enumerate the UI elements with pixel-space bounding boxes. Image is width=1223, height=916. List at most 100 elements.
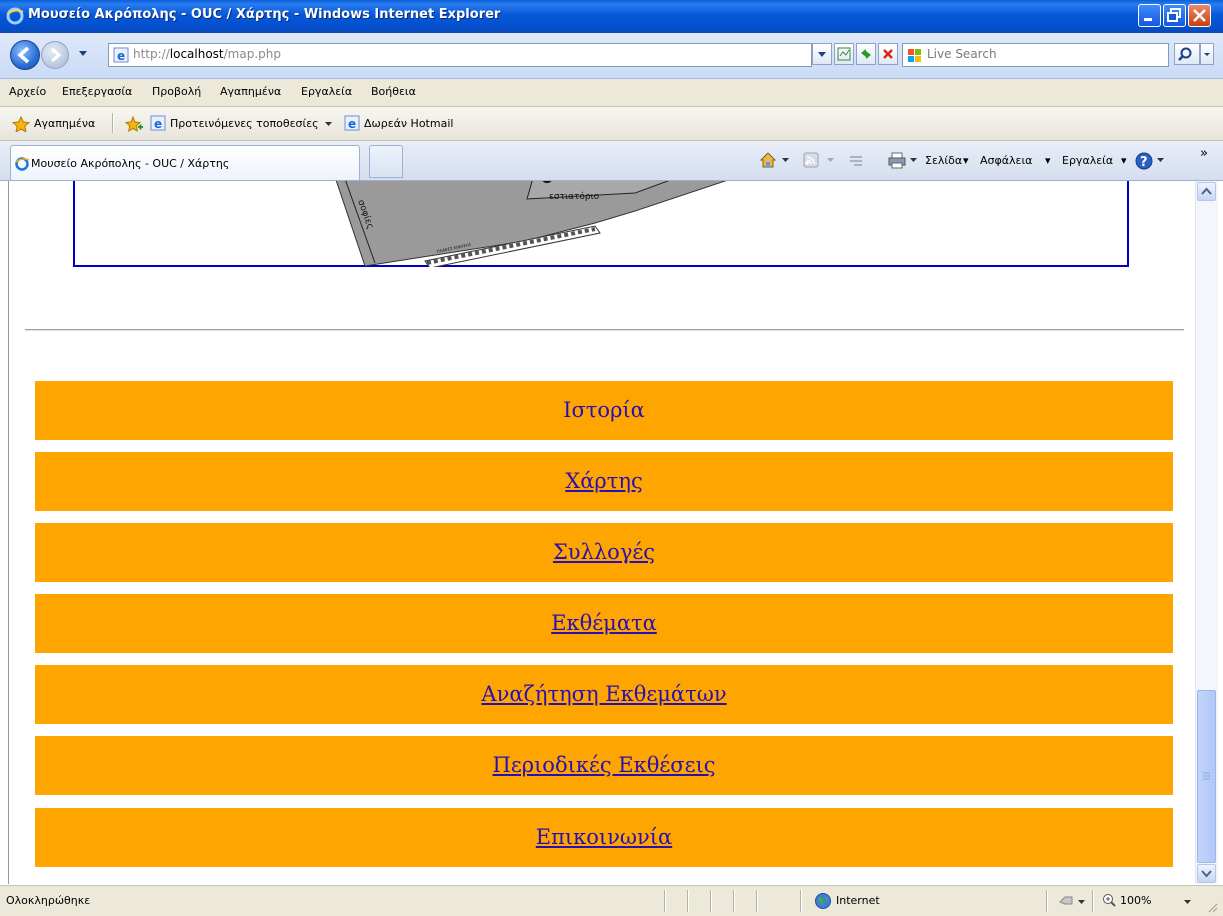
nav-item-collections[interactable]: Συλλογές	[35, 523, 1173, 582]
page-menu[interactable]: Σελίδα	[925, 154, 962, 167]
search-button[interactable]	[1174, 43, 1200, 65]
tab-title: Μουσείο Ακρόπολης - OUC / Χάρτης	[31, 157, 230, 170]
back-button[interactable]	[10, 40, 40, 70]
stop-icon	[883, 49, 893, 59]
help-icon[interactable]: ?	[1134, 151, 1154, 171]
divider	[733, 890, 735, 912]
divider	[112, 113, 114, 133]
zone-text: Internet	[836, 894, 880, 907]
search-placeholder: Live Search	[927, 47, 997, 61]
nav-link-contact[interactable]: Επικοινωνία	[536, 825, 672, 849]
chevron-down-icon[interactable]	[324, 120, 334, 128]
arrow-right-icon	[51, 47, 62, 63]
more-commands-icon[interactable]: »	[1200, 146, 1208, 161]
favorites-bar: Αγαπημένα e Προτεινόμενες τοποθεσίες e Δ…	[0, 107, 1223, 141]
stop-button[interactable]	[878, 43, 898, 65]
refresh-button[interactable]	[856, 43, 876, 65]
chevron-down-icon[interactable]	[1157, 157, 1165, 163]
suggested-sites-link[interactable]: Προτεινόμενες τοποθεσίες	[170, 117, 319, 130]
zoom-level[interactable]: 100%	[1120, 894, 1151, 907]
divider	[710, 890, 712, 912]
compatibility-view-button[interactable]	[834, 43, 854, 65]
resize-grip-icon[interactable]	[1205, 900, 1219, 914]
chevron-down-icon[interactable]	[910, 157, 918, 163]
page-menu-arrow: ▾	[963, 154, 969, 167]
chevron-down-icon	[818, 52, 826, 57]
hotmail-link[interactable]: Δωρεάν Hotmail	[364, 117, 453, 130]
feeds-icon[interactable]	[803, 152, 819, 168]
divider	[756, 890, 758, 912]
menu-tools[interactable]: Εργαλεία	[301, 85, 352, 98]
url-text[interactable]: http://localhost/map.php	[133, 47, 281, 61]
minimize-button[interactable]	[1138, 4, 1161, 27]
tab-bar: Μουσείο Ακρόπολης - OUC / Χάρτης Σελίδα …	[0, 141, 1223, 181]
menu-help[interactable]: Βοήθεια	[371, 85, 416, 98]
home-icon[interactable]	[758, 150, 778, 170]
status-bar: Ολοκληρώθηκε Internet 100%	[0, 885, 1223, 916]
new-tab-button[interactable]	[369, 145, 403, 178]
nav-link-exhibits[interactable]: Εκθέματα	[551, 611, 657, 635]
page-content: σοφίες εστιατόριο ΠΛΑΚΕΣ ΚΙΝΗΣΗΣ Ιστορία…	[8, 181, 1195, 884]
add-favorite-icon[interactable]	[124, 115, 144, 133]
nav-item-history: Ιστορία	[35, 381, 1173, 440]
menu-view[interactable]: Προβολή	[152, 85, 201, 98]
compatibility-icon	[837, 47, 851, 61]
maximize-button[interactable]	[1163, 4, 1186, 27]
read-mail-icon[interactable]	[848, 152, 864, 168]
forward-button[interactable]	[41, 41, 69, 69]
chevron-down-icon[interactable]	[1078, 899, 1086, 905]
nav-item-temporary-exhibitions[interactable]: Περιοδικές Εκθέσεις	[35, 736, 1173, 795]
svg-text:e: e	[154, 117, 162, 131]
ie-page-icon: e	[150, 115, 166, 131]
svg-text:e: e	[348, 117, 356, 131]
internet-globe-icon	[815, 893, 831, 909]
nav-item-contact[interactable]: Επικοινωνία	[35, 808, 1173, 867]
zoom-icon[interactable]	[1102, 893, 1116, 907]
favorites-button[interactable]: Αγαπημένα	[34, 117, 95, 130]
menu-favorites[interactable]: Αγαπημένα	[220, 85, 281, 98]
scroll-thumb[interactable]	[1197, 690, 1216, 863]
search-options-button[interactable]	[1200, 43, 1214, 65]
window-title: Μουσείο Ακρόπολης - OUC / Χάρτης - Windo…	[28, 7, 501, 22]
chevron-down-icon[interactable]	[1184, 899, 1192, 905]
print-icon[interactable]	[887, 151, 907, 169]
tools-menu[interactable]: Εργαλεία	[1062, 154, 1113, 167]
divider	[687, 890, 689, 912]
nav-link-temporary-exhibitions[interactable]: Περιοδικές Εκθέσεις	[493, 753, 716, 777]
search-box[interactable]: Live Search	[902, 43, 1169, 67]
map-frame: σοφίες εστιατόριο ΠΛΑΚΕΣ ΚΙΝΗΣΗΣ	[73, 181, 1129, 267]
menu-bar: Αρχείο Επεξεργασία Προβολή Αγαπημένα Εργ…	[0, 79, 1223, 107]
nav-item-exhibits[interactable]: Εκθέματα	[35, 594, 1173, 653]
tab-active[interactable]: Μουσείο Ακρόπολης - OUC / Χάρτης	[10, 145, 360, 180]
nav-link-map[interactable]: Χάρτης	[565, 469, 642, 493]
nav-item-map[interactable]: Χάρτης	[35, 452, 1173, 511]
vertical-scrollbar[interactable]	[1195, 181, 1218, 884]
address-bar[interactable]: e http://localhost/map.php	[108, 43, 812, 67]
tools-menu-arrow: ▾	[1121, 154, 1127, 167]
nav-label-history: Ιστορία	[563, 398, 645, 422]
nav-link-exhibit-search[interactable]: Αναζήτηση Εκθεμάτων	[481, 682, 726, 706]
chevron-down-icon	[827, 158, 834, 162]
chevron-up-icon	[1201, 187, 1212, 195]
recent-pages-dropdown-icon[interactable]	[77, 47, 89, 59]
nav-link-collections[interactable]: Συλλογές	[553, 540, 655, 564]
nav-item-exhibit-search[interactable]: Αναζήτηση Εκθεμάτων	[35, 665, 1173, 724]
arrow-left-icon	[17, 46, 30, 64]
page-ie-icon: e	[113, 47, 129, 63]
safety-menu[interactable]: Ασφάλεια	[980, 154, 1032, 167]
horizontal-rule	[25, 329, 1184, 331]
scroll-up-button[interactable]	[1197, 182, 1216, 201]
url-dropdown-button[interactable]	[812, 43, 832, 65]
scroll-down-button[interactable]	[1197, 864, 1216, 883]
menu-edit[interactable]: Επεξεργασία	[62, 85, 132, 98]
divider	[664, 890, 666, 912]
museum-map-image: σοφίες εστιατόριο ΠΛΑΚΕΣ ΚΙΝΗΣΗΣ	[335, 181, 727, 267]
svg-text:e: e	[117, 49, 125, 63]
ie-tab-icon	[15, 157, 30, 171]
protected-mode-icon[interactable]	[1058, 894, 1074, 908]
menu-file[interactable]: Αρχείο	[9, 85, 46, 98]
chevron-down-icon[interactable]	[782, 157, 790, 163]
close-window-button[interactable]	[1188, 4, 1211, 27]
safety-menu-arrow: ▾	[1045, 154, 1051, 167]
divider	[1092, 890, 1094, 912]
